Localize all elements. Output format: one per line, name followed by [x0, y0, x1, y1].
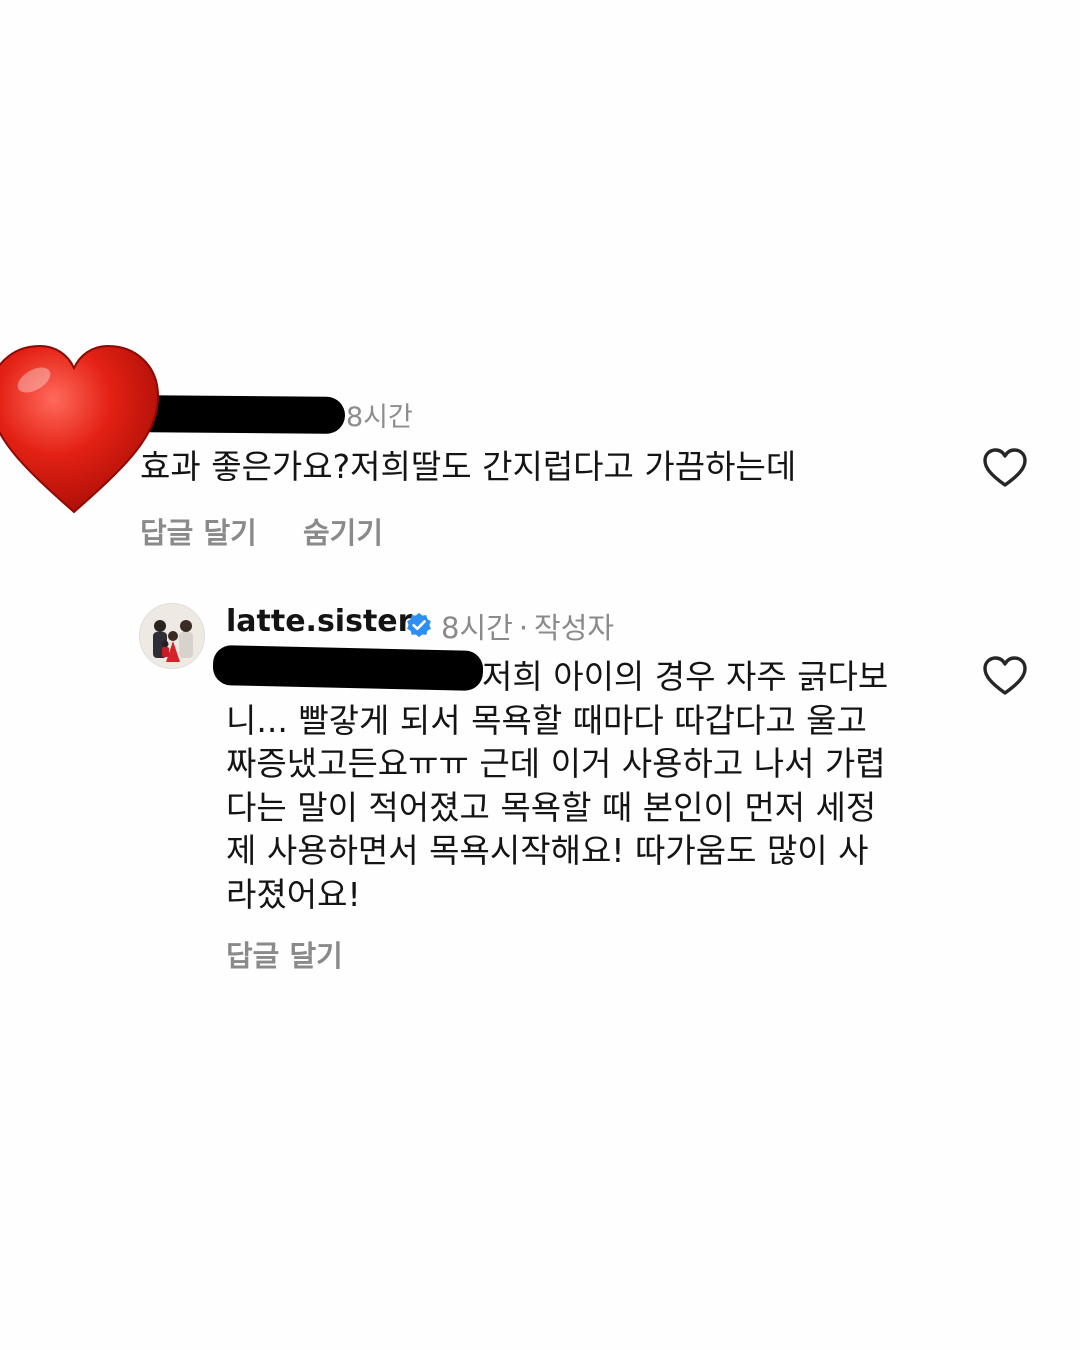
comment-thread: 8시간 효과 좋은가요?저희딸도 간지럽다고 가끔하는데 답글 달기 숨기기 l… — [0, 0, 1080, 1350]
reply-text-line: 제 사용하면서 목욕시작해요! 따가움도 많이 사 — [226, 831, 869, 870]
family-photo-icon — [140, 604, 204, 668]
reply-text-line: 니... 빨갛게 되서 목욕할 때마다 따갑다고 울고 — [226, 700, 867, 740]
reply-text-line: 짜증냈고든요ㅠㅠ 근데 이거 사용하고 나서 가렵 — [226, 744, 886, 783]
hide-replies-button[interactable]: 숨기기 — [303, 510, 383, 552]
reply-time: 8시간 — [441, 611, 513, 645]
reply-text-line: 저희 아이의 경우 자주 긁다보 — [482, 657, 889, 696]
reply-text-line: 다는 말이 적어졌고 목욕할 때 본인이 먼저 세정 — [226, 787, 877, 827]
comment-time: 8시간 — [346, 402, 413, 433]
reply-button[interactable]: 답글 달기 — [226, 933, 343, 975]
avatar[interactable] — [139, 603, 205, 669]
author-badge: 작성자 — [534, 611, 615, 645]
heart-outline-icon[interactable] — [983, 448, 1027, 488]
reply-text-line: 라졌어요! — [226, 874, 361, 914]
reply-text: 저희 아이의 경우 자주 긁다보 니... 빨갛게 되서 목욕할 때마다 따갑다… — [226, 655, 931, 916]
comment-text: 효과 좋은가요?저희딸도 간지럽다고 가끔하는데 — [140, 447, 797, 486]
reply-username[interactable]: latte.sister — [226, 604, 412, 639]
verified-badge-icon — [407, 612, 431, 638]
heart-outline-icon[interactable] — [983, 656, 1027, 696]
meta-separator: · — [518, 611, 529, 645]
red-heart-sticker-icon — [0, 344, 160, 514]
reply-meta: 8시간 · 작성자 — [441, 605, 614, 647]
